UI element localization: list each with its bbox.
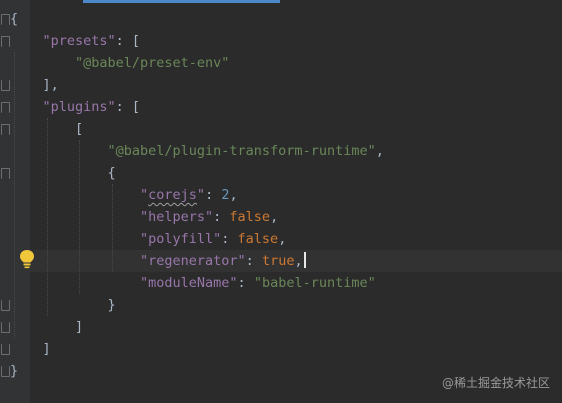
code-text: "polyfill": false, xyxy=(10,231,286,247)
code-line[interactable]: } xyxy=(10,294,116,316)
code-text: "corejs": 2, xyxy=(10,187,238,203)
code-token: [ xyxy=(75,121,84,137)
fold-marker-icon[interactable] xyxy=(1,300,10,311)
code-line[interactable]: "plugins": [ xyxy=(10,96,141,118)
lightbulb-icon[interactable] xyxy=(18,249,36,269)
code-token: : [ xyxy=(115,33,141,49)
code-text: "presets": [ xyxy=(10,33,141,49)
code-token: , xyxy=(375,143,384,159)
fold-marker-icon[interactable] xyxy=(1,124,10,135)
code-text: { xyxy=(10,165,116,181)
indent-guide xyxy=(111,184,113,272)
code-text: "plugins": [ xyxy=(10,99,141,115)
code-line[interactable]: { xyxy=(10,8,18,30)
code-token: : xyxy=(237,275,254,291)
code-line[interactable]: "polyfill": false, xyxy=(10,228,286,250)
code-token: "presets" xyxy=(42,33,116,49)
code-token: corejs xyxy=(148,187,197,203)
code-token: false xyxy=(237,231,279,247)
code-token: : xyxy=(213,209,230,225)
code-token: ], xyxy=(42,77,59,93)
code-token: : [ xyxy=(115,99,141,115)
code-text: { xyxy=(10,11,18,27)
indent-guide xyxy=(46,118,48,316)
code-token: } xyxy=(10,363,19,379)
code-token: , xyxy=(294,253,303,269)
code-token: , xyxy=(270,209,279,225)
code-line[interactable]: "corejs": 2, xyxy=(10,184,238,206)
code-token: " xyxy=(196,187,206,203)
code-token: "polyfill" xyxy=(140,231,222,247)
code-token: { xyxy=(10,11,19,27)
code-token: , xyxy=(229,187,238,203)
indent-guide xyxy=(14,52,15,338)
code-token: : xyxy=(205,187,222,203)
text-caret xyxy=(303,252,306,268)
fold-marker-icon[interactable] xyxy=(1,366,10,377)
code-text: "@babel/plugin-transform-runtime", xyxy=(10,143,384,159)
code-text: ] xyxy=(10,341,51,357)
code-line[interactable]: ] xyxy=(10,316,83,338)
code-line[interactable]: } xyxy=(10,360,18,382)
fold-marker-icon[interactable] xyxy=(1,168,10,179)
indent-guide xyxy=(79,140,80,294)
code-token: "plugins" xyxy=(42,99,116,115)
code-text: "@babel/preset-env" xyxy=(10,55,229,71)
code-token: : xyxy=(221,231,238,247)
code-text: } xyxy=(10,363,18,379)
fold-marker-icon[interactable] xyxy=(1,80,10,91)
fold-marker-icon[interactable] xyxy=(1,14,10,25)
code-text: "moduleName": "babel-runtime" xyxy=(10,275,376,291)
code-text: ] xyxy=(10,319,83,335)
code-line[interactable]: "presets": [ xyxy=(10,30,141,52)
code-text: "regenerator": true, xyxy=(10,250,306,272)
code-token: { xyxy=(107,165,116,181)
code-token: ] xyxy=(75,319,84,335)
code-token: , xyxy=(278,231,287,247)
fold-marker-icon[interactable] xyxy=(1,102,10,113)
code-line[interactable]: "moduleName": "babel-runtime" xyxy=(10,272,376,294)
code-line[interactable]: "helpers": false, xyxy=(10,206,278,228)
code-line[interactable]: ], xyxy=(10,74,59,96)
code-line[interactable]: "@babel/plugin-transform-runtime", xyxy=(10,140,384,162)
code-token: "@babel/plugin-transform-runtime" xyxy=(107,143,376,159)
code-text: ], xyxy=(10,77,59,93)
code-token: ] xyxy=(42,341,51,357)
code-text: "helpers": false, xyxy=(10,209,278,225)
watermark: @稀土掘金技术社区 xyxy=(441,376,550,390)
code-token: true xyxy=(261,253,295,269)
fold-marker-icon[interactable] xyxy=(1,322,10,333)
code-token: : xyxy=(245,253,262,269)
code-text: } xyxy=(10,297,116,313)
code-token: "moduleName" xyxy=(140,275,238,291)
code-token: } xyxy=(107,297,116,313)
code-token: false xyxy=(229,209,271,225)
code-token: "helpers" xyxy=(140,209,214,225)
code-editor[interactable]: {"presets": ["@babel/preset-env"], "plugi… xyxy=(0,0,562,403)
code-line[interactable]: "regenerator": true, xyxy=(30,250,562,272)
code-token: "regenerator" xyxy=(140,253,246,269)
code-token: "babel-runtime" xyxy=(253,275,376,291)
fold-marker-icon[interactable] xyxy=(1,344,10,355)
code-line[interactable]: ] xyxy=(10,338,51,360)
code-line[interactable]: { xyxy=(10,162,116,184)
fold-marker-icon[interactable] xyxy=(1,36,10,47)
code-token: "@babel/preset-env" xyxy=(75,55,230,71)
code-token: " xyxy=(140,187,149,203)
code-line[interactable]: "@babel/preset-env" xyxy=(10,52,229,74)
